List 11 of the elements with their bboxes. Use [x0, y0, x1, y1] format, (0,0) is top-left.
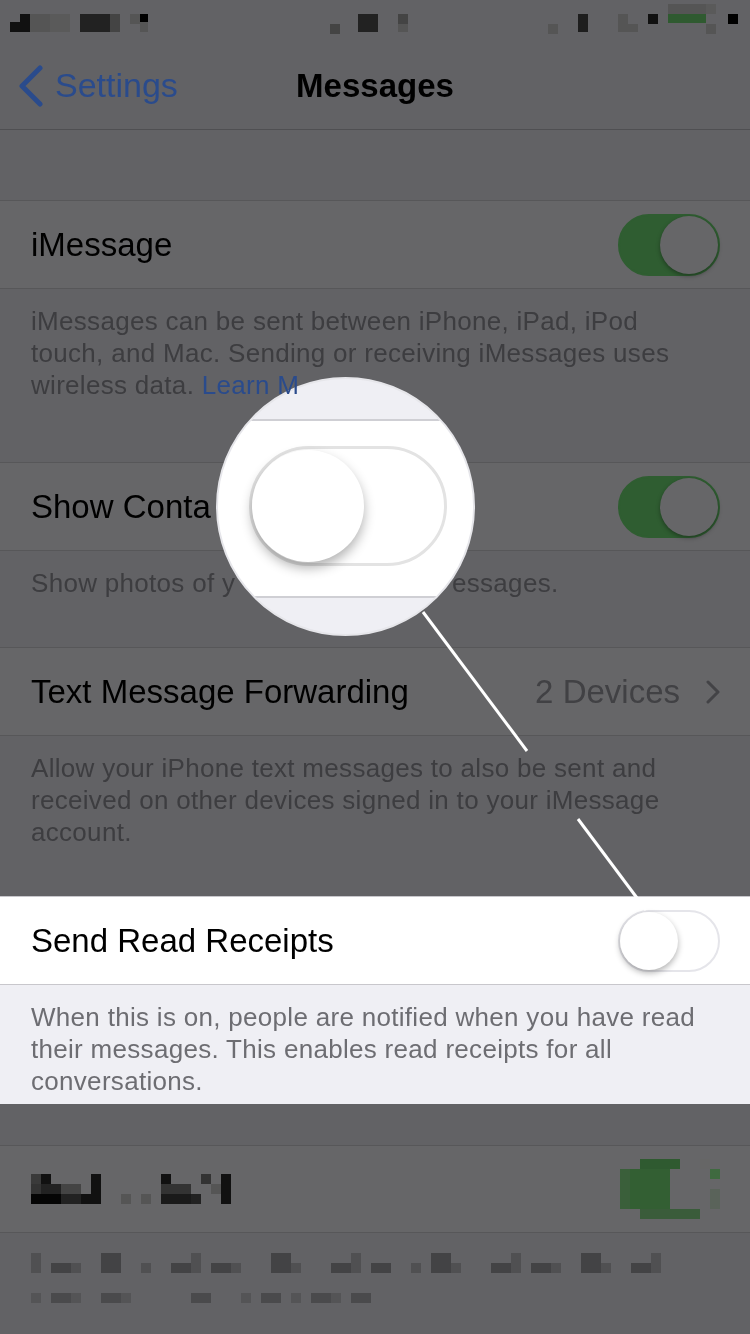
back-button[interactable]: Settings	[0, 60, 178, 111]
toggle-switch[interactable]	[618, 475, 720, 538]
back-chevron-icon	[18, 64, 43, 107]
toggle-switch[interactable]	[618, 213, 720, 276]
footer-text: When this is on, people are notified when you have read their messages. This enables read receipts for all conversations.	[31, 1001, 696, 1097]
chevron-right-icon	[706, 679, 720, 704]
row-label: Send Read Receipts	[31, 920, 334, 961]
row-label: Text Message Forwarding	[31, 671, 409, 712]
nav-title: Messages	[296, 65, 454, 106]
row-label: iMessage	[31, 224, 173, 265]
row-label: Show Conta	[31, 486, 211, 527]
